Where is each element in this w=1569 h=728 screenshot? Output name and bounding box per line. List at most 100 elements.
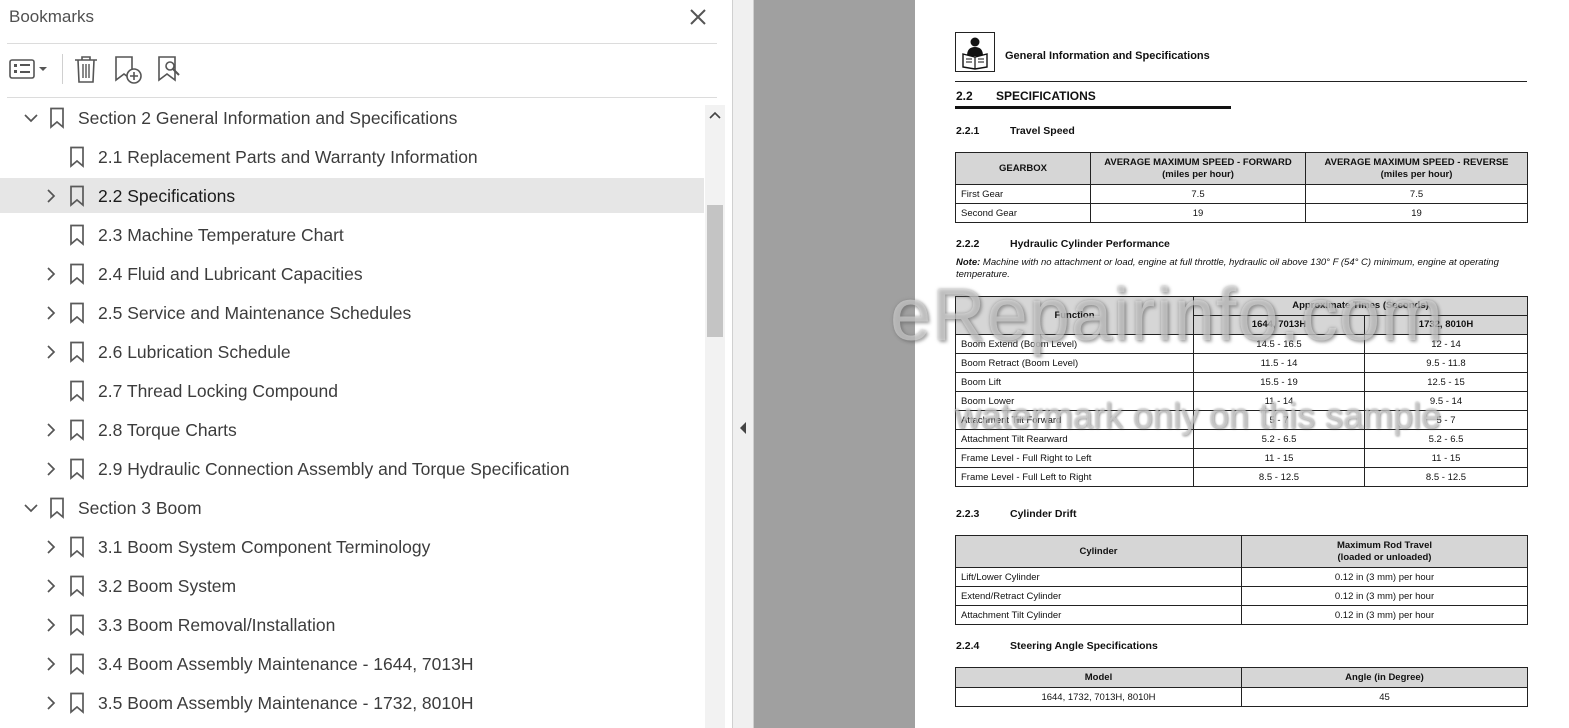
bookmark-item[interactable]: 3.3 Boom Removal/Installation bbox=[0, 607, 704, 642]
table-cell: 14.5 - 16.5 bbox=[1193, 334, 1365, 354]
table-cell: 5.2 - 6.5 bbox=[1193, 429, 1365, 449]
table-cell: 12.5 - 15 bbox=[1364, 372, 1528, 392]
bookmark-label: 2.8 Torque Charts bbox=[98, 420, 237, 440]
bookmark-item[interactable]: 2.2 Specifications bbox=[0, 178, 704, 213]
toolbar-divider bbox=[62, 54, 63, 84]
bookmark-label: 2.2 Specifications bbox=[98, 186, 236, 206]
chevron-down-icon[interactable] bbox=[23, 110, 39, 126]
chevron-right-icon[interactable] bbox=[43, 305, 59, 321]
table-row: Boom Lift 15.5 - 19 12.5 - 15 bbox=[955, 372, 1528, 392]
caret-left-icon bbox=[740, 422, 746, 434]
bookmark-item[interactable]: 2.3 Machine Temperature Chart bbox=[0, 217, 704, 252]
subsection-travel-speed: 2.2.1 Travel Speed bbox=[956, 125, 1075, 137]
table-cell: 45 bbox=[1241, 687, 1528, 707]
table-row: Frame Level - Full Left to Right 8.5 - 12… bbox=[955, 467, 1528, 487]
table-cell: Boom Retract (Boom Level) bbox=[955, 353, 1194, 373]
bookmark-icon bbox=[70, 614, 84, 636]
table-cell: 1644, 1732, 7013H, 8010H bbox=[955, 687, 1242, 707]
bookmark-icon bbox=[70, 419, 84, 441]
trash-icon bbox=[75, 56, 97, 83]
chevron-right-icon[interactable] bbox=[43, 461, 59, 477]
bookmark-item[interactable]: 2.1 Replacement Parts and Warranty Infor… bbox=[0, 139, 704, 174]
table-cell: Attachment Tilt Rearward bbox=[955, 429, 1194, 449]
header-cell: Maximum Rod Travel (loaded or unloaded) bbox=[1241, 535, 1528, 568]
table-row: Second Gear 19 19 bbox=[955, 203, 1528, 223]
table-row: Boom Retract (Boom Level) 11.5 - 14 9.5 - … bbox=[955, 353, 1528, 373]
options-menu-button[interactable] bbox=[8, 52, 52, 86]
scroll-thumb[interactable] bbox=[707, 205, 723, 337]
bookmark-item[interactable]: 3.4 Boom Assembly Maintenance - 1644, 70… bbox=[0, 646, 704, 681]
bookmark-item[interactable]: 2.7 Thread Locking Compound bbox=[0, 373, 704, 408]
table-cell: 0.12 in (3 mm) per hour bbox=[1241, 586, 1528, 606]
chevron-right-icon[interactable] bbox=[43, 422, 59, 438]
bookmark-label: 2.5 Service and Maintenance Schedules bbox=[98, 303, 412, 323]
bookmark-icon bbox=[70, 692, 84, 714]
bookmark-icon bbox=[50, 497, 64, 519]
table-cell: 11.5 - 14 bbox=[1193, 353, 1365, 373]
bookmark-label: Section 3 Boom bbox=[78, 498, 202, 518]
bookmark-item[interactable]: 2.6 Lubrication Schedule bbox=[0, 334, 704, 369]
bookmark-label: 3.4 Boom Assembly Maintenance - 1644, 70… bbox=[98, 654, 474, 674]
document-background bbox=[754, 0, 915, 728]
bookmark-label: 3.3 Boom Removal/Installation bbox=[98, 615, 336, 635]
chevron-right-icon[interactable] bbox=[43, 695, 59, 711]
chevron-right-icon[interactable] bbox=[43, 539, 59, 555]
table-cell: 5.2 - 6.5 bbox=[1364, 429, 1528, 449]
close-icon bbox=[690, 9, 706, 25]
chevron-down-icon[interactable] bbox=[23, 500, 39, 516]
document-page: General Information and Specifications 2… bbox=[915, 0, 1569, 728]
table-cell: 5 - 7 bbox=[1193, 410, 1365, 430]
bookmark-label: 2.9 Hydraulic Connection Assembly and To… bbox=[98, 459, 570, 479]
header-cell: 1732, 8010H bbox=[1364, 315, 1528, 335]
table-cell: 11 - 15 bbox=[1193, 448, 1365, 468]
header-cell: GEARBOX bbox=[955, 152, 1091, 185]
bookmark-item[interactable]: 3.2 Boom System bbox=[0, 568, 704, 603]
table-row: Attachment Tilt Forward 5 - 75 - 7 bbox=[955, 410, 1528, 430]
collapse-panel-strip[interactable] bbox=[733, 0, 754, 728]
chevron-right-icon[interactable] bbox=[43, 344, 59, 360]
bookmark-icon bbox=[70, 302, 84, 324]
table-cell: 11 - 15 bbox=[1364, 448, 1528, 468]
delete-bookmark-button[interactable] bbox=[72, 52, 100, 86]
bookmark-item[interactable]: 3.1 Boom System Component Terminology bbox=[0, 529, 704, 564]
table-row: Extend/Retract Cylinder 0.12 in (3 mm) pe… bbox=[955, 586, 1528, 606]
bookmark-scrollbar[interactable] bbox=[705, 105, 725, 728]
bookmark-item[interactable]: 2.4 Fluid and Lubricant Capacities bbox=[0, 256, 704, 291]
chevron-right-icon[interactable] bbox=[43, 617, 59, 633]
chevron-right-icon[interactable] bbox=[43, 188, 59, 204]
panel-title: Bookmarks bbox=[9, 7, 95, 26]
bookmark-item[interactable]: Section 3 Boom bbox=[0, 490, 704, 525]
table-row: 1644, 1732, 7013H, 8010H 45 bbox=[955, 687, 1528, 707]
bookmark-icon bbox=[70, 263, 84, 285]
table-cell: 8.5 - 12.5 bbox=[1364, 467, 1528, 487]
chevron-right-icon[interactable] bbox=[43, 578, 59, 594]
chevron-right-icon[interactable] bbox=[43, 656, 59, 672]
bookmark-icon bbox=[70, 380, 84, 402]
bookmark-item[interactable]: Section 2 General Information and Specif… bbox=[0, 100, 704, 135]
bookmark-item[interactable]: 2.9 Hydraulic Connection Assembly and To… bbox=[0, 451, 704, 486]
table-cell: 9.5 - 14 bbox=[1364, 391, 1528, 411]
table-cell: 5 - 7 bbox=[1364, 410, 1528, 430]
table-cell: 9.5 - 11.8 bbox=[1364, 353, 1528, 373]
bookmark-label: 2.3 Machine Temperature Chart bbox=[98, 225, 344, 245]
bookmark-item[interactable]: 2.5 Service and Maintenance Schedules bbox=[0, 295, 704, 330]
add-bookmark-button[interactable] bbox=[112, 52, 144, 86]
running-header: General Information and Specifications bbox=[1005, 50, 1210, 62]
bookmark-label: 3.5 Boom Assembly Maintenance - 1732, 80… bbox=[98, 693, 474, 713]
bookmarks-panel: Bookmarks Section 2 General Information … bbox=[0, 0, 733, 728]
table-cell: Boom Lower bbox=[955, 391, 1194, 411]
scroll-up-button[interactable] bbox=[708, 107, 722, 121]
section-rule bbox=[955, 106, 1231, 109]
find-bookmark-button[interactable] bbox=[155, 52, 187, 86]
bookmark-icon bbox=[70, 146, 84, 168]
header-cell: Approximate Times (Seconds) bbox=[1193, 296, 1528, 316]
header-cell: Cylinder bbox=[955, 535, 1242, 568]
bookmark-item[interactable]: 3.5 Boom Assembly Maintenance - 1732, 80… bbox=[0, 685, 704, 720]
manual-reader-icon bbox=[955, 32, 995, 72]
close-panel-button[interactable] bbox=[686, 5, 710, 29]
chevron-right-icon[interactable] bbox=[43, 266, 59, 282]
header-cell: 1644, 7013H bbox=[1193, 315, 1365, 335]
chevron-up-icon bbox=[709, 111, 721, 119]
table-cell: 15.5 - 19 bbox=[1193, 372, 1365, 392]
bookmark-item[interactable]: 2.8 Torque Charts bbox=[0, 412, 704, 447]
